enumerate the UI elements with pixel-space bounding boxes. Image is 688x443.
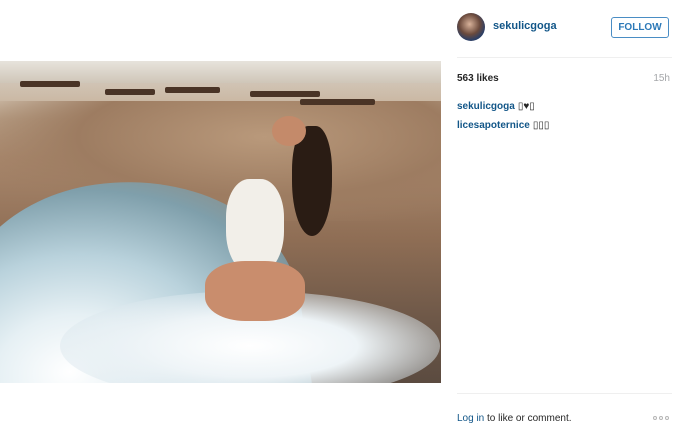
beach-chair bbox=[250, 91, 320, 97]
avatar[interactable] bbox=[457, 13, 485, 41]
comment-text: ▯▯▯ bbox=[532, 120, 550, 131]
post-timestamp[interactable]: 15h bbox=[653, 73, 670, 84]
beach-chair bbox=[105, 89, 155, 95]
author-username-link[interactable]: sekulicgoga bbox=[493, 20, 557, 32]
dot-icon bbox=[659, 416, 663, 420]
comment-author-link[interactable]: licesapoternice bbox=[457, 120, 530, 131]
photo-person-swimsuit bbox=[226, 179, 284, 274]
footer-divider bbox=[457, 393, 672, 394]
post-header: sekulicgoga FOLLOW bbox=[457, 13, 672, 43]
comment-item: sekulicgoga ▯♥▯ bbox=[457, 101, 535, 112]
photo-background-hills bbox=[0, 61, 441, 83]
dot-icon bbox=[653, 416, 657, 420]
login-prompt-suffix: to like or comment. bbox=[484, 413, 572, 424]
post-photo[interactable] bbox=[0, 61, 441, 383]
beach-chair bbox=[165, 87, 220, 93]
comment-author-link[interactable]: sekulicgoga bbox=[457, 101, 515, 112]
header-divider bbox=[457, 57, 672, 58]
comment-text: ▯♥▯ bbox=[517, 101, 535, 112]
photo-person-head bbox=[272, 116, 306, 146]
photo-person-legs bbox=[205, 261, 305, 321]
dot-icon bbox=[665, 416, 669, 420]
follow-button[interactable]: FOLLOW bbox=[611, 17, 669, 38]
beach-chair bbox=[20, 81, 80, 87]
comment-item: licesapoternice ▯▯▯ bbox=[457, 120, 549, 131]
login-link[interactable]: Log in bbox=[457, 413, 484, 424]
more-options-icon[interactable] bbox=[653, 413, 671, 423]
login-prompt: Log in to like or comment. bbox=[457, 413, 572, 424]
likes-count[interactable]: 563 likes bbox=[457, 73, 499, 84]
beach-chair bbox=[300, 99, 375, 105]
